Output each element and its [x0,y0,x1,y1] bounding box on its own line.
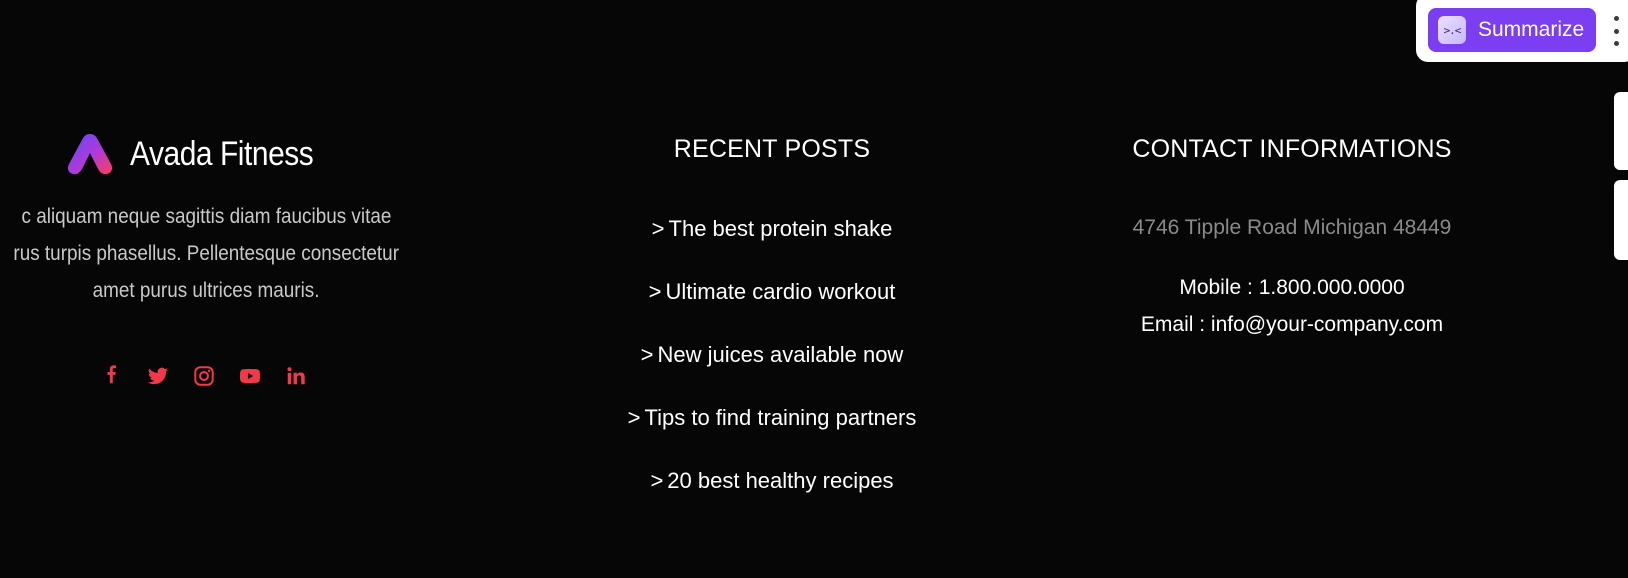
recent-posts-list: > The best protein shake > Ultimate cardio… [572,212,972,527]
recent-post-link[interactable]: > The best protein shake [572,212,972,275]
footer-brand[interactable]: Avada Fitness [66,132,338,176]
avada-logo-icon [67,134,113,175]
recent-posts-heading: RECENT POSTS [673,135,871,163]
recent-post-link[interactable]: > Ultimate cardio workout [572,275,972,338]
facebook-icon [107,365,117,384]
chevron-right-icon: > [648,279,662,304]
brand-name: Avada Fitness [130,134,314,173]
post-title: New juices available now [657,342,904,367]
contact-email[interactable]: Email : info@your-company.com [1092,313,1492,337]
side-panel-tab[interactable] [1614,92,1628,170]
dot [1613,41,1619,46]
side-panel-tab[interactable] [1614,180,1628,260]
about-line-3: amet purus ultrices mauris. [92,279,320,302]
recent-post-link[interactable]: > Tips to find training partners [572,401,972,464]
summarize-face-icon: >.< [1438,16,1466,44]
summarize-button[interactable]: >.< Summarize [1428,8,1596,52]
recent-post-link[interactable]: >20 best healthy recipes [572,464,972,527]
chevron-right-icon: > [651,216,665,241]
linkedin-icon [287,367,305,385]
instagram-icon [194,366,214,386]
about-line-2: rus turpis phasellus. Pellentesque conse… [13,242,399,265]
chevron-right-icon: > [640,342,654,367]
chevron-right-icon: > [627,405,641,430]
recent-post-link[interactable]: > New juices available now [572,338,972,401]
post-title: Ultimate cardio workout [665,279,896,304]
chevron-right-icon: > [650,468,664,493]
youtube-link[interactable] [238,364,262,388]
dot [1613,28,1619,34]
site-footer: Avada Fitness c aliquam neque sagittis d… [0,0,1628,578]
post-title: 20 best healthy recipes [667,468,894,493]
twitter-link[interactable] [146,364,170,388]
about-line-1: c aliquam neque sagittis diam faucibus v… [21,205,391,228]
youtube-icon [239,368,261,384]
social-links [100,364,308,388]
summarize-label: Summarize [1478,18,1585,41]
more-options-icon[interactable] [1610,16,1622,46]
post-title: Tips to find training partners [644,405,917,430]
linkedin-link[interactable] [284,364,308,388]
facebook-link[interactable] [100,364,124,388]
dot [1613,16,1619,21]
about-text: c aliquam neque sagittis diam faucibus v… [0,198,462,309]
post-title: The best protein shake [668,216,893,241]
twitter-icon [147,367,169,385]
instagram-link[interactable] [192,364,216,388]
contact-address: 4746 Tipple Road Michigan 48449 [1132,216,1452,239]
contact-heading: CONTACT INFORMATIONS [1132,135,1452,163]
contact-mobile[interactable]: Mobile : 1.800.000.0000 [1092,276,1492,300]
